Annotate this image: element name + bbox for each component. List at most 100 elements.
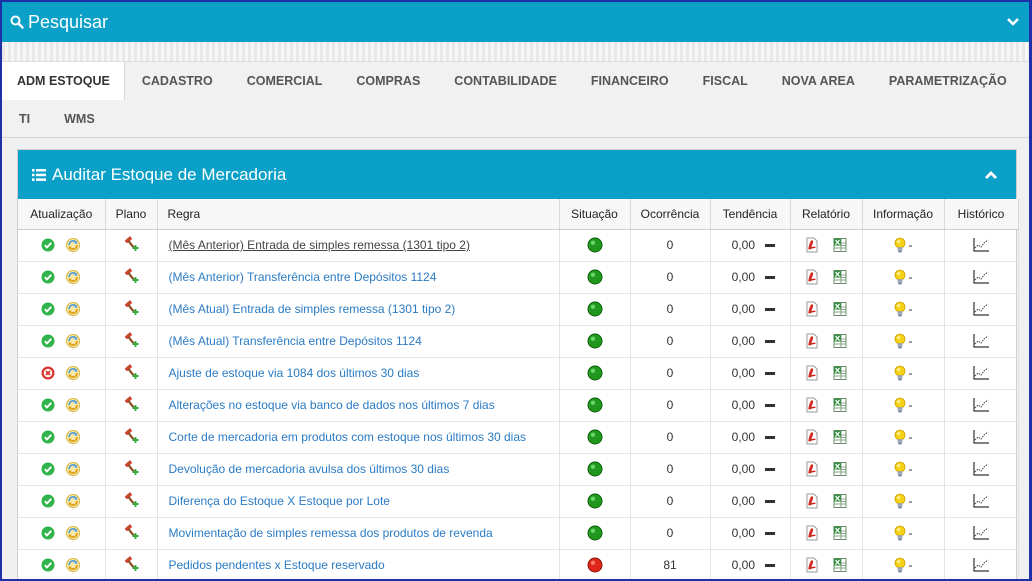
lightbulb-icon[interactable] <box>894 429 906 445</box>
audit-panel-header[interactable]: Auditar Estoque de Mercadoria <box>18 150 1016 199</box>
pdf-icon[interactable] <box>804 525 820 541</box>
history-chart-icon[interactable] <box>972 333 990 349</box>
refresh-icon[interactable] <box>65 269 81 285</box>
refresh-icon[interactable] <box>65 397 81 413</box>
refresh-icon[interactable] <box>65 237 81 253</box>
history-chart-icon[interactable] <box>972 397 990 413</box>
lightbulb-icon[interactable] <box>894 269 906 285</box>
pdf-icon[interactable] <box>804 269 820 285</box>
rule-link[interactable]: (Mês Atual) Entrada de simples remessa (… <box>157 293 560 326</box>
refresh-icon[interactable] <box>65 461 81 477</box>
lightbulb-icon[interactable] <box>894 333 906 349</box>
history-chart-icon[interactable] <box>972 557 990 573</box>
lightbulb-icon[interactable] <box>894 365 906 381</box>
hammer-add-icon[interactable] <box>122 460 140 478</box>
chevron-up-icon[interactable] <box>984 168 998 182</box>
status-ok-icon[interactable] <box>41 302 55 316</box>
status-ok-icon[interactable] <box>41 334 55 348</box>
rule-link[interactable]: Ajuste de estoque via 1084 dos últimos 3… <box>157 357 560 390</box>
hammer-add-icon[interactable] <box>122 556 140 574</box>
hammer-add-icon[interactable] <box>122 364 140 382</box>
history-chart-icon[interactable] <box>972 301 990 317</box>
col-plano[interactable]: Plano <box>105 199 158 230</box>
lightbulb-icon[interactable] <box>894 461 906 477</box>
tab-contabilidade[interactable]: CONTABILIDADE <box>437 62 574 100</box>
history-chart-icon[interactable] <box>972 237 990 253</box>
tab-compras[interactable]: COMPRAS <box>339 62 437 100</box>
excel-icon[interactable] <box>832 333 848 349</box>
chevron-down-icon[interactable] <box>1005 14 1021 30</box>
refresh-icon[interactable] <box>65 333 81 349</box>
col-historico[interactable]: Histórico <box>944 199 1019 230</box>
excel-icon[interactable] <box>832 237 848 253</box>
tab-cadastro[interactable]: CADASTRO <box>125 62 230 100</box>
pdf-icon[interactable] <box>804 493 820 509</box>
hammer-add-icon[interactable] <box>122 428 140 446</box>
pdf-icon[interactable] <box>804 237 820 253</box>
hammer-add-icon[interactable] <box>122 236 140 254</box>
rule-link[interactable]: Diferença do Estoque X Estoque por Lote <box>157 485 560 518</box>
lightbulb-icon[interactable] <box>894 493 906 509</box>
status-ok-icon[interactable] <box>41 270 55 284</box>
pdf-icon[interactable] <box>804 557 820 573</box>
hammer-add-icon[interactable] <box>122 300 140 318</box>
history-chart-icon[interactable] <box>972 525 990 541</box>
pdf-icon[interactable] <box>804 333 820 349</box>
refresh-icon[interactable] <box>65 493 81 509</box>
excel-icon[interactable] <box>832 557 848 573</box>
status-ok-icon[interactable] <box>41 558 55 572</box>
tab-fiscal[interactable]: FISCAL <box>686 62 765 100</box>
pdf-icon[interactable] <box>804 397 820 413</box>
search-header[interactable]: Pesquisar <box>2 2 1029 42</box>
hammer-add-icon[interactable] <box>122 332 140 350</box>
col-regra[interactable]: Regra <box>157 199 560 230</box>
status-error-icon[interactable] <box>41 366 55 380</box>
hammer-add-icon[interactable] <box>122 524 140 542</box>
refresh-icon[interactable] <box>65 301 81 317</box>
excel-icon[interactable] <box>832 493 848 509</box>
pdf-icon[interactable] <box>804 365 820 381</box>
history-chart-icon[interactable] <box>972 493 990 509</box>
history-chart-icon[interactable] <box>972 461 990 477</box>
lightbulb-icon[interactable] <box>894 397 906 413</box>
lightbulb-icon[interactable] <box>894 525 906 541</box>
rule-link[interactable]: Devolução de mercadoria avulsa dos últim… <box>157 453 560 486</box>
status-ok-icon[interactable] <box>41 398 55 412</box>
col-ocorrencia[interactable]: Ocorrência <box>630 199 711 230</box>
tab-nova-area[interactable]: NOVA AREA <box>765 62 872 100</box>
tab-wms[interactable]: WMS <box>47 100 112 138</box>
rule-link[interactable]: Pedidos pendentes x Estoque reservado <box>157 549 560 579</box>
tab-adm-estoque[interactable]: ADM ESTOQUE <box>2 62 125 100</box>
col-informacao[interactable]: Informação <box>862 199 945 230</box>
status-ok-icon[interactable] <box>41 462 55 476</box>
rule-link[interactable]: Corte de mercadoria em produtos com esto… <box>157 421 560 454</box>
tab-parametriza-o[interactable]: PARAMETRIZAÇÃO <box>872 62 1024 100</box>
refresh-icon[interactable] <box>65 557 81 573</box>
pdf-icon[interactable] <box>804 429 820 445</box>
col-atualizacao[interactable]: Atualização <box>18 199 106 230</box>
excel-icon[interactable] <box>832 429 848 445</box>
history-chart-icon[interactable] <box>972 269 990 285</box>
pdf-icon[interactable] <box>804 461 820 477</box>
excel-icon[interactable] <box>832 365 848 381</box>
col-tendencia[interactable]: Tendência <box>710 199 791 230</box>
rule-link[interactable]: (Mês Atual) Transferência entre Depósito… <box>157 325 560 358</box>
excel-icon[interactable] <box>832 461 848 477</box>
history-chart-icon[interactable] <box>972 429 990 445</box>
rule-link[interactable]: Alterações no estoque via banco de dados… <box>157 389 560 422</box>
excel-icon[interactable] <box>832 397 848 413</box>
status-ok-icon[interactable] <box>41 494 55 508</box>
excel-icon[interactable] <box>832 269 848 285</box>
hammer-add-icon[interactable] <box>122 396 140 414</box>
pdf-icon[interactable] <box>804 301 820 317</box>
hammer-add-icon[interactable] <box>122 492 140 510</box>
status-ok-icon[interactable] <box>41 430 55 444</box>
refresh-icon[interactable] <box>65 429 81 445</box>
hammer-add-icon[interactable] <box>122 268 140 286</box>
rule-link[interactable]: Movimentação de simples remessa dos prod… <box>157 517 560 550</box>
status-ok-icon[interactable] <box>41 526 55 540</box>
tab-financeiro[interactable]: FINANCEIRO <box>574 62 686 100</box>
tab-ti[interactable]: TI <box>2 100 47 138</box>
lightbulb-icon[interactable] <box>894 237 906 253</box>
status-ok-icon[interactable] <box>41 238 55 252</box>
